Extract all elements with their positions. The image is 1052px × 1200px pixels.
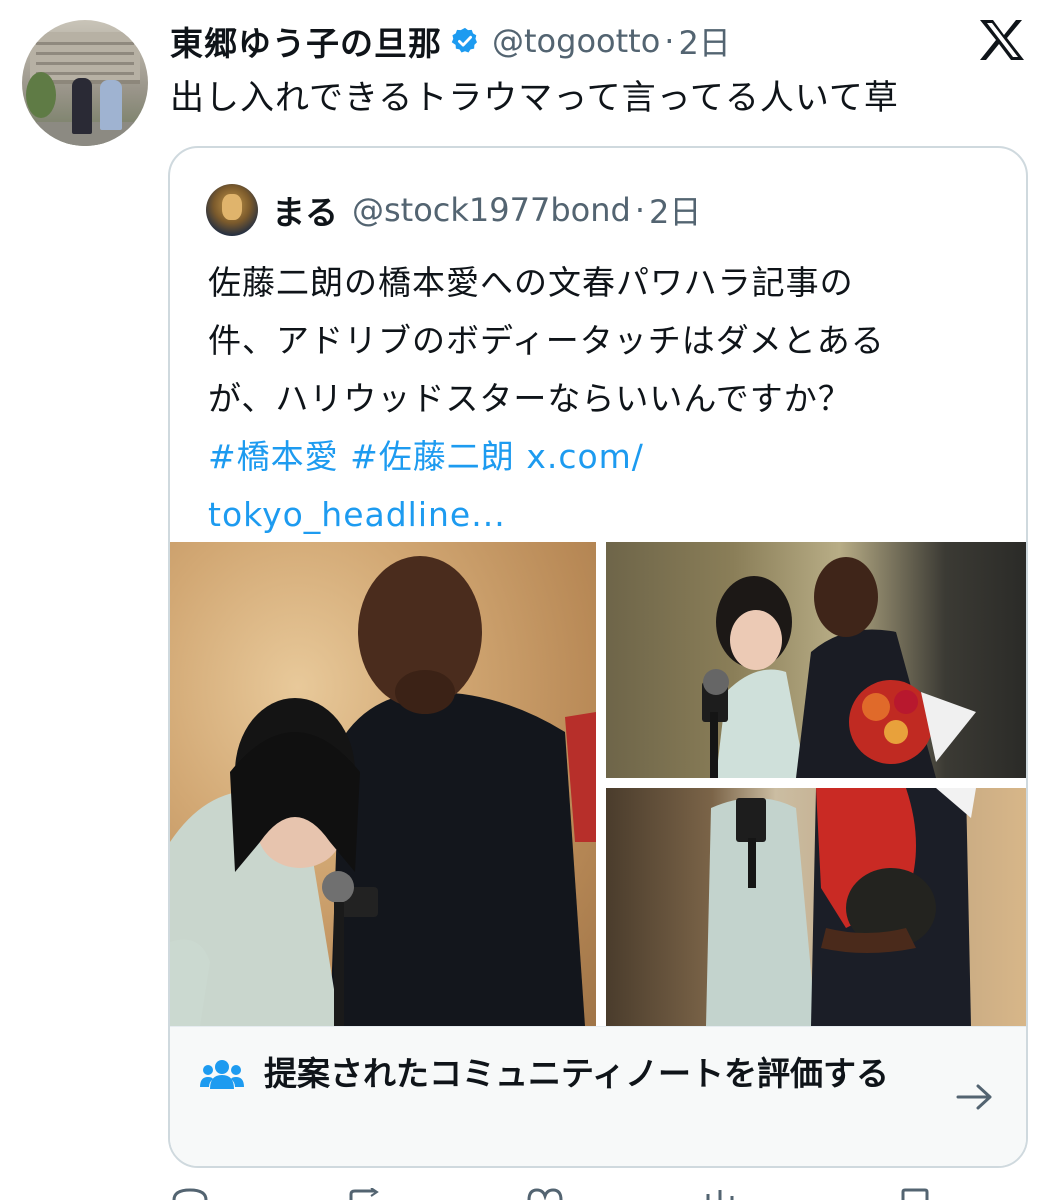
hashtag-link[interactable]: #佐藤二朗: [350, 437, 515, 476]
url-link[interactable]: x.com/: [526, 437, 644, 476]
quoted-text-line: 件、アドリブのボディータッチはダメとある: [208, 321, 885, 360]
quoted-tweet-timestamp[interactable]: 2日: [649, 187, 701, 233]
community-notes-icon: [200, 1059, 244, 1089]
verified-badge-icon: [450, 26, 480, 56]
header-separator: ·: [664, 22, 675, 60]
hashtag-link[interactable]: #橋本愛: [208, 437, 339, 476]
quoted-header-separator: ·: [634, 191, 646, 229]
arrow-right-icon[interactable]: [956, 1081, 994, 1113]
author-avatar[interactable]: [22, 20, 148, 146]
reply-icon[interactable]: [170, 1188, 210, 1200]
avatar-person: [72, 78, 92, 134]
action-bar: [0, 1188, 1052, 1200]
quoted-tweet-text: 佐藤二朗の橋本愛への文春パワハラ記事の 件、アドリブのボディータッチはダメとある…: [208, 254, 1008, 544]
avatar-person: [100, 80, 122, 130]
quoted-links-line: #橋本愛 #佐藤二朗 x.com/: [208, 428, 1008, 486]
author-display-name[interactable]: 東郷ゆう子の旦那: [170, 17, 442, 65]
x-logo-icon: [978, 18, 1026, 62]
repost-icon[interactable]: [345, 1188, 385, 1200]
views-icon[interactable]: [700, 1188, 740, 1200]
tweet-text: 出し入れできるトラウマって言ってる人いて草: [170, 78, 899, 118]
like-icon[interactable]: [525, 1188, 565, 1200]
tweet-header: 東郷ゆう子の旦那 @togootto · 2日: [170, 18, 731, 64]
quoted-author-handle[interactable]: @stock1977bond: [352, 191, 631, 229]
quoted-tweet[interactable]: まる @stock1977bond · 2日 佐藤二朗の橋本愛への文春パワハラ記…: [168, 146, 1028, 1168]
bookmark-icon[interactable]: [895, 1188, 935, 1200]
quoted-tweet-header: まる @stock1977bond · 2日: [206, 184, 701, 236]
quoted-text-line: が、ハリウッドスターならいいんですか？: [208, 379, 852, 418]
quoted-text-line: 佐藤二朗の橋本愛への文春パワハラ記事の: [208, 263, 854, 302]
media-image[interactable]: [170, 542, 596, 1026]
community-notes-label[interactable]: 提案されたコミュニティノートを評価する: [264, 1049, 944, 1099]
quoted-author-display-name[interactable]: まる: [272, 186, 338, 234]
author-handle[interactable]: @togootto: [492, 22, 660, 60]
media-image[interactable]: [606, 788, 1026, 1026]
community-notes-prompt[interactable]: 提案されたコミュニティノートを評価する: [170, 1026, 1026, 1166]
media-grid: [170, 542, 1026, 1026]
avatar-tree: [26, 72, 56, 118]
media-image[interactable]: [606, 542, 1026, 778]
tweet-timestamp[interactable]: 2日: [678, 18, 730, 64]
url-link[interactable]: tokyo_headline...: [208, 486, 1008, 544]
quoted-author-avatar[interactable]: [206, 184, 258, 236]
